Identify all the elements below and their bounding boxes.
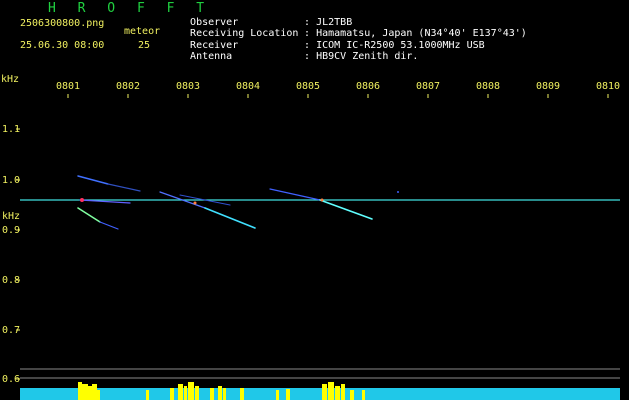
meteor-head: [397, 191, 399, 193]
freq-axis-ticks: [16, 128, 20, 380]
time-label: 0801: [56, 81, 81, 92]
meteor-trace: [99, 221, 119, 230]
timestamp: 25.06.30 08:00: [20, 40, 105, 51]
freq-label: 0.9: [2, 225, 21, 236]
freq-unit-label: kHz: [1, 74, 20, 85]
meteor-head: [193, 201, 197, 205]
time-label: 0808: [476, 81, 501, 92]
file-name: 2506300800.png: [20, 18, 105, 29]
time-label: 0802: [116, 81, 141, 92]
time-label: 0810: [596, 81, 621, 92]
time-label: 0807: [416, 81, 441, 92]
meteor-label: meteor: [124, 26, 161, 37]
time-axis-ticks: [67, 94, 609, 98]
freq-label: 1.0: [2, 175, 21, 186]
meteor-head: [80, 198, 84, 202]
meteor-trace: [107, 183, 141, 192]
meteor-trace: [77, 175, 109, 185]
noise-floor-band: [20, 388, 620, 400]
meteor-trace: [77, 207, 101, 223]
meteor-traces: [77, 175, 399, 230]
meteor-head: [320, 198, 324, 202]
info-antenna: Antenna : HB9CV Zenith dir.: [178, 40, 418, 62]
freq-label: 0.6: [2, 374, 21, 385]
freq-label: 1.1: [2, 124, 21, 135]
info-label: Antenna: [190, 51, 233, 62]
info-value: : HB9CV Zenith dir.: [304, 51, 419, 62]
time-label: 0806: [356, 81, 381, 92]
freq-unit-label: kHz: [2, 211, 21, 222]
time-label: 0805: [296, 81, 321, 92]
meteor-trace: [319, 199, 373, 220]
meteor-count: 25: [138, 40, 151, 51]
meteor-trace: [204, 207, 256, 229]
time-label: 0804: [236, 81, 261, 92]
freq-label: 0.7: [2, 325, 21, 336]
time-label: 0809: [536, 81, 561, 92]
time-label: 0803: [176, 81, 201, 92]
meteor-trace: [269, 188, 321, 201]
freq-label: 0.8: [2, 275, 21, 286]
